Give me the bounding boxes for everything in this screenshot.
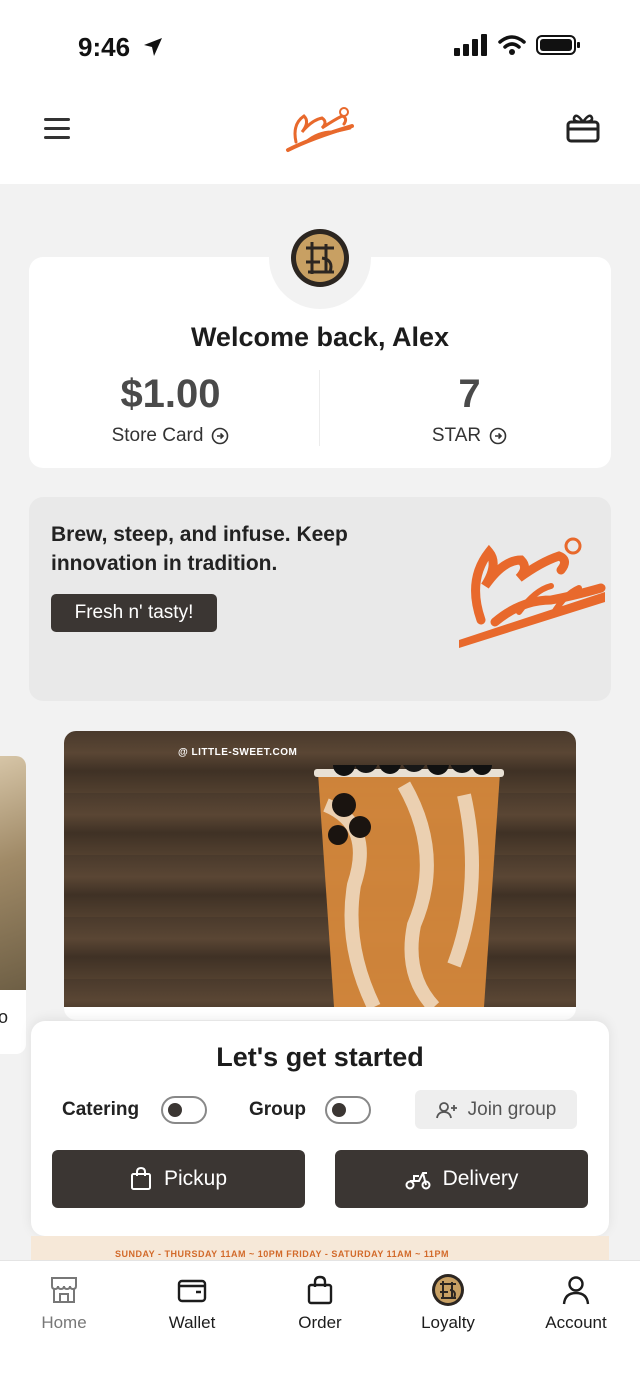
arrow-circle-right-icon — [489, 427, 507, 445]
loyalty-avatar-icon — [291, 229, 349, 287]
carousel-side-card[interactable]: o — [0, 756, 26, 1054]
side-card-text: o — [0, 1007, 9, 1027]
add-person-icon — [435, 1101, 457, 1118]
tab-account[interactable]: Account — [521, 1273, 631, 1333]
boba-cup-image — [314, 765, 504, 1007]
gift-card-icon[interactable] — [566, 112, 600, 144]
side-card-photo — [0, 756, 26, 990]
delivery-button[interactable]: Delivery — [335, 1150, 588, 1208]
tab-loyalty[interactable]: Loyalty — [393, 1273, 503, 1333]
shopping-bag-icon — [130, 1167, 151, 1190]
bag-icon — [307, 1275, 333, 1305]
store-card-balance[interactable]: $1.00 Store Card — [25, 372, 316, 447]
group-label: Group — [249, 1099, 306, 1120]
scooter-icon — [405, 1172, 431, 1190]
feature-caption: @ LITTLE-SWEET.COM — [178, 747, 298, 758]
status-icons — [454, 34, 582, 56]
cellular-signal-icon — [454, 34, 487, 56]
store-card-label: Store Card — [111, 425, 204, 446]
hamburger-menu-icon[interactable] — [44, 118, 70, 140]
tab-account-label: Account — [545, 1313, 607, 1332]
tab-order[interactable]: Order — [265, 1273, 375, 1333]
join-group-button[interactable]: Join group — [415, 1090, 577, 1129]
app-header — [0, 90, 640, 184]
battery-icon — [536, 35, 580, 55]
tab-home[interactable]: Home — [9, 1273, 119, 1333]
promo-pill-button[interactable]: Fresh n' tasty! — [51, 594, 217, 632]
join-group-label: Join group — [467, 1098, 557, 1120]
promo-text: Brew, steep, and infuse. Keep innovation… — [51, 523, 348, 575]
wifi-icon — [498, 35, 526, 55]
tab-wallet-label: Wallet — [168, 1313, 216, 1332]
carousel-feature-card[interactable]: @ LITTLE-SWEET.COM — [64, 731, 576, 1020]
status-time: 9:46 — [78, 32, 131, 62]
opening-hours-text: SUNDAY - THURSDAY 11AM ~ 10PM FRIDAY - S… — [115, 1249, 449, 1259]
tab-loyalty-label: Loyalty — [421, 1313, 475, 1332]
pickup-label: Pickup — [163, 1167, 228, 1190]
bottom-tab-bar: Home Wallet Order Loyalty Account — [0, 1260, 640, 1391]
tab-order-label: Order — [298, 1313, 342, 1332]
welcome-title: Welcome back, Alex — [190, 322, 450, 352]
tab-wallet[interactable]: Wallet — [137, 1273, 247, 1333]
little-sweet-logo — [286, 107, 354, 152]
status-bar: 9:46 — [0, 0, 640, 90]
delivery-label: Delivery — [442, 1167, 519, 1190]
little-sweet-promo-logo — [459, 537, 606, 648]
tab-home-label: Home — [41, 1313, 87, 1332]
catering-label: Catering — [62, 1099, 140, 1120]
stat-divider — [319, 370, 320, 446]
person-icon — [562, 1276, 590, 1305]
store-card-value: $1.00 — [120, 372, 221, 416]
get-started-title: Let's get started — [216, 1042, 424, 1072]
group-toggle[interactable] — [325, 1096, 371, 1124]
wallet-icon — [177, 1279, 207, 1303]
star-value: 7 — [458, 372, 481, 416]
opening-hours-banner: SUNDAY - THURSDAY 11AM ~ 10PM FRIDAY - S… — [31, 1236, 609, 1260]
store-icon — [51, 1277, 77, 1303]
pickup-button[interactable]: Pickup — [52, 1150, 305, 1208]
star-balance[interactable]: 7 STAR — [324, 372, 615, 447]
arrow-circle-right-icon — [212, 427, 229, 445]
catering-toggle[interactable] — [161, 1096, 207, 1124]
loyalty-badge-icon — [432, 1274, 464, 1306]
location-arrow-icon — [144, 38, 162, 56]
star-label: STAR — [431, 425, 482, 446]
